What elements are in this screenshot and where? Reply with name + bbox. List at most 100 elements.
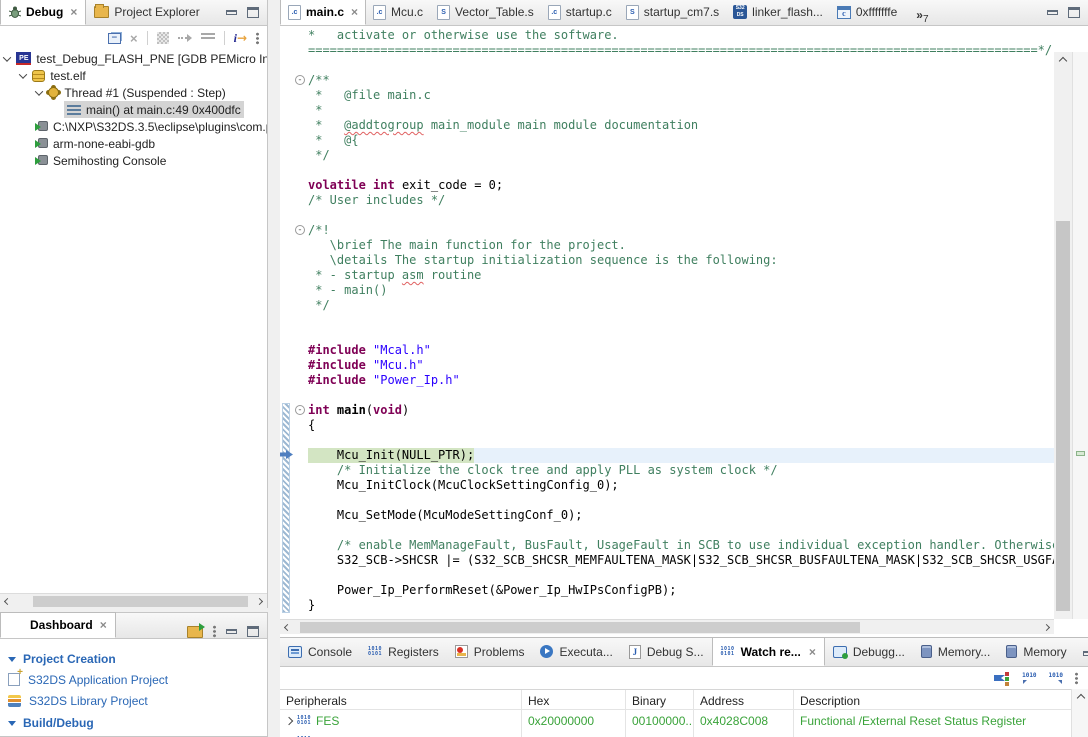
code-line[interactable]: * - startup asm routine: [308, 268, 1054, 283]
maximize-button[interactable]: [1068, 6, 1080, 18]
import-project-icon[interactable]: [187, 622, 205, 638]
code-line[interactable]: * - main(): [308, 283, 1054, 298]
table-vscrollbar[interactable]: [1071, 689, 1088, 737]
watch-layout-icon[interactable]: [994, 672, 1010, 684]
annotation-ruler[interactable]: [280, 26, 294, 619]
tab-registers[interactable]: 1010 0101 Registers: [360, 637, 447, 666]
tab-memory[interactable]: Memory: [998, 637, 1074, 666]
expander-icon[interactable]: [284, 716, 294, 725]
fold-collapse-icon[interactable]: -: [295, 75, 305, 85]
code-line[interactable]: [308, 388, 1054, 403]
tree-item[interactable]: Thread #1 (Suspended : Step): [0, 84, 267, 101]
column-header[interactable]: Binary: [626, 690, 694, 711]
tab-dashboard[interactable]: Dashboard ×: [0, 612, 116, 638]
editor-vscrollbar[interactable]: [1054, 52, 1072, 619]
scroll-right-icon[interactable]: [252, 594, 267, 609]
tab-watch-re-[interactable]: 1010 0101 Watch re... ×: [711, 637, 825, 666]
disconnect-icon[interactable]: [156, 32, 169, 44]
registers-sort-asc-icon[interactable]: 1010: [1022, 672, 1037, 684]
scroll-up-icon[interactable]: [1054, 52, 1072, 70]
collapse-all-icon[interactable]: −: [108, 32, 121, 44]
code-line[interactable]: /**: [308, 73, 1054, 88]
minimize-button[interactable]: [226, 9, 237, 15]
code-line[interactable]: Mcu_SetMode(McuModeSettingConf_0);: [308, 508, 1054, 523]
overview-ruler[interactable]: [1072, 52, 1088, 619]
tab-executa-[interactable]: Executa...: [532, 637, 620, 666]
tab-debug-s-[interactable]: J Debug S...: [621, 637, 712, 666]
tab-vector-table-s[interactable]: S Vector_Table.s: [430, 0, 541, 25]
code-line[interactable]: /* User includes */: [308, 193, 1054, 208]
editor-tab-overflow[interactable]: » 7: [916, 8, 928, 25]
view-menu-icon[interactable]: [1075, 671, 1078, 685]
close-icon[interactable]: ×: [70, 5, 77, 19]
column-header[interactable]: Address: [694, 690, 794, 711]
code-line[interactable]: #include "Mcal.h": [308, 343, 1054, 358]
fold-collapse-icon[interactable]: -: [295, 405, 305, 415]
tree-item[interactable]: arm-none-eabi-gdb: [0, 135, 267, 152]
tab-startup-c[interactable]: .c startup.c: [541, 0, 619, 25]
tree-item-content[interactable]: arm-none-eabi-gdb: [32, 135, 158, 152]
tab-mcu-c[interactable]: .c Mcu.c: [366, 0, 430, 25]
dashboard-link[interactable]: S32DS Library Project: [8, 690, 267, 711]
minimize-button[interactable]: [226, 629, 237, 634]
column-header[interactable]: Peripherals: [280, 690, 522, 711]
tab-debugg-[interactable]: Debugg...: [825, 637, 913, 666]
tab-startup-cm7-s[interactable]: Sstartup_cm7.s: [619, 0, 726, 25]
tree-item-content[interactable]: main() at main.c:49 0x400dfc: [64, 101, 244, 118]
code-line[interactable]: [308, 433, 1054, 448]
debug-tree-hscrollbar[interactable]: [0, 593, 267, 608]
tree-item-content[interactable]: PE test_Debug_FLASH_PNE [GDB PEMicro Inte…: [13, 50, 267, 67]
current-line-marker[interactable]: [1076, 451, 1085, 456]
tree-item[interactable]: main() at main.c:49 0x400dfc: [0, 101, 267, 118]
expander-icon[interactable]: [2, 52, 12, 62]
register-name-cell[interactable]: 1010 0101FERD: [280, 731, 522, 737]
dashboard-section-header[interactable]: Build/Debug: [8, 713, 267, 733]
code-line[interactable]: [308, 568, 1054, 583]
close-icon[interactable]: ×: [809, 645, 816, 659]
code-line[interactable]: /* Initialize the clock tree and apply P…: [308, 463, 1054, 478]
code-line[interactable]: }: [308, 598, 1054, 613]
scroll-right-icon[interactable]: [1039, 620, 1054, 635]
scrollbar-thumb[interactable]: [1056, 221, 1070, 611]
instruction-step-icon[interactable]: [177, 33, 192, 43]
fold-collapse-icon[interactable]: -: [295, 225, 305, 235]
section-collapse-icon[interactable]: [8, 656, 16, 662]
remove-all-terminated-icon[interactable]: ×: [130, 32, 138, 45]
code-line[interactable]: Power_Ip_PerformReset(&Power_Ip_HwIPsCon…: [308, 583, 1054, 598]
close-icon[interactable]: ×: [351, 5, 358, 19]
tree-item-content[interactable]: Thread #1 (Suspended : Step): [45, 84, 228, 101]
instruction-stepping-mode-icon[interactable]: i →: [234, 32, 247, 44]
maximize-button[interactable]: [247, 626, 259, 637]
tree-item[interactable]: PE test_Debug_FLASH_PNE [GDB PEMicro Inte…: [0, 50, 267, 67]
tab-problems[interactable]: Problems: [447, 637, 533, 666]
code-line[interactable]: [308, 493, 1054, 508]
code-line[interactable]: [308, 523, 1054, 538]
code-line[interactable]: volatile int exit_code = 0;: [308, 178, 1054, 193]
code-line[interactable]: * activate or otherwise use the software…: [308, 28, 1054, 43]
code-line[interactable]: Mcu_InitClock(McuClockSettingConfig_0);: [308, 478, 1054, 493]
code-line[interactable]: [308, 208, 1054, 223]
section-collapse-icon[interactable]: [8, 720, 16, 726]
dashboard-section-header[interactable]: Project Creation: [8, 649, 267, 669]
code-line[interactable]: int main(void): [308, 403, 1054, 418]
minimize-button[interactable]: [1082, 650, 1088, 656]
column-header[interactable]: Description: [794, 690, 1088, 711]
code-line[interactable]: *: [308, 103, 1054, 118]
code-line[interactable]: * @addtogroup main_module main module do…: [308, 118, 1054, 133]
code-line[interactable]: \details The startup initialization sequ…: [308, 253, 1054, 268]
code-line[interactable]: * @file main.c: [308, 88, 1054, 103]
code-line[interactable]: */: [308, 298, 1054, 313]
close-icon[interactable]: ×: [100, 618, 107, 632]
code-line[interactable]: ========================================…: [308, 43, 1054, 58]
register-row[interactable]: 1010 0101 FES 0x20000000 00100000... 0x4028C…: [280, 710, 1088, 731]
tab-console[interactable]: Console: [280, 637, 360, 666]
drop-to-frame-icon[interactable]: [200, 33, 215, 43]
view-menu-icon[interactable]: [213, 625, 216, 638]
code-editor[interactable]: - - - * activate or otherwise use the soft…: [280, 26, 1088, 619]
code-line[interactable]: \brief The main function for the project…: [308, 238, 1054, 253]
register-name-cell[interactable]: 1010 0101 FES: [280, 710, 522, 731]
folding-ruler[interactable]: - - -: [294, 26, 308, 619]
source-code[interactable]: * activate or otherwise use the software…: [308, 28, 1054, 619]
code-line[interactable]: * @{: [308, 133, 1054, 148]
tab-memory-[interactable]: Memory...: [913, 637, 998, 666]
